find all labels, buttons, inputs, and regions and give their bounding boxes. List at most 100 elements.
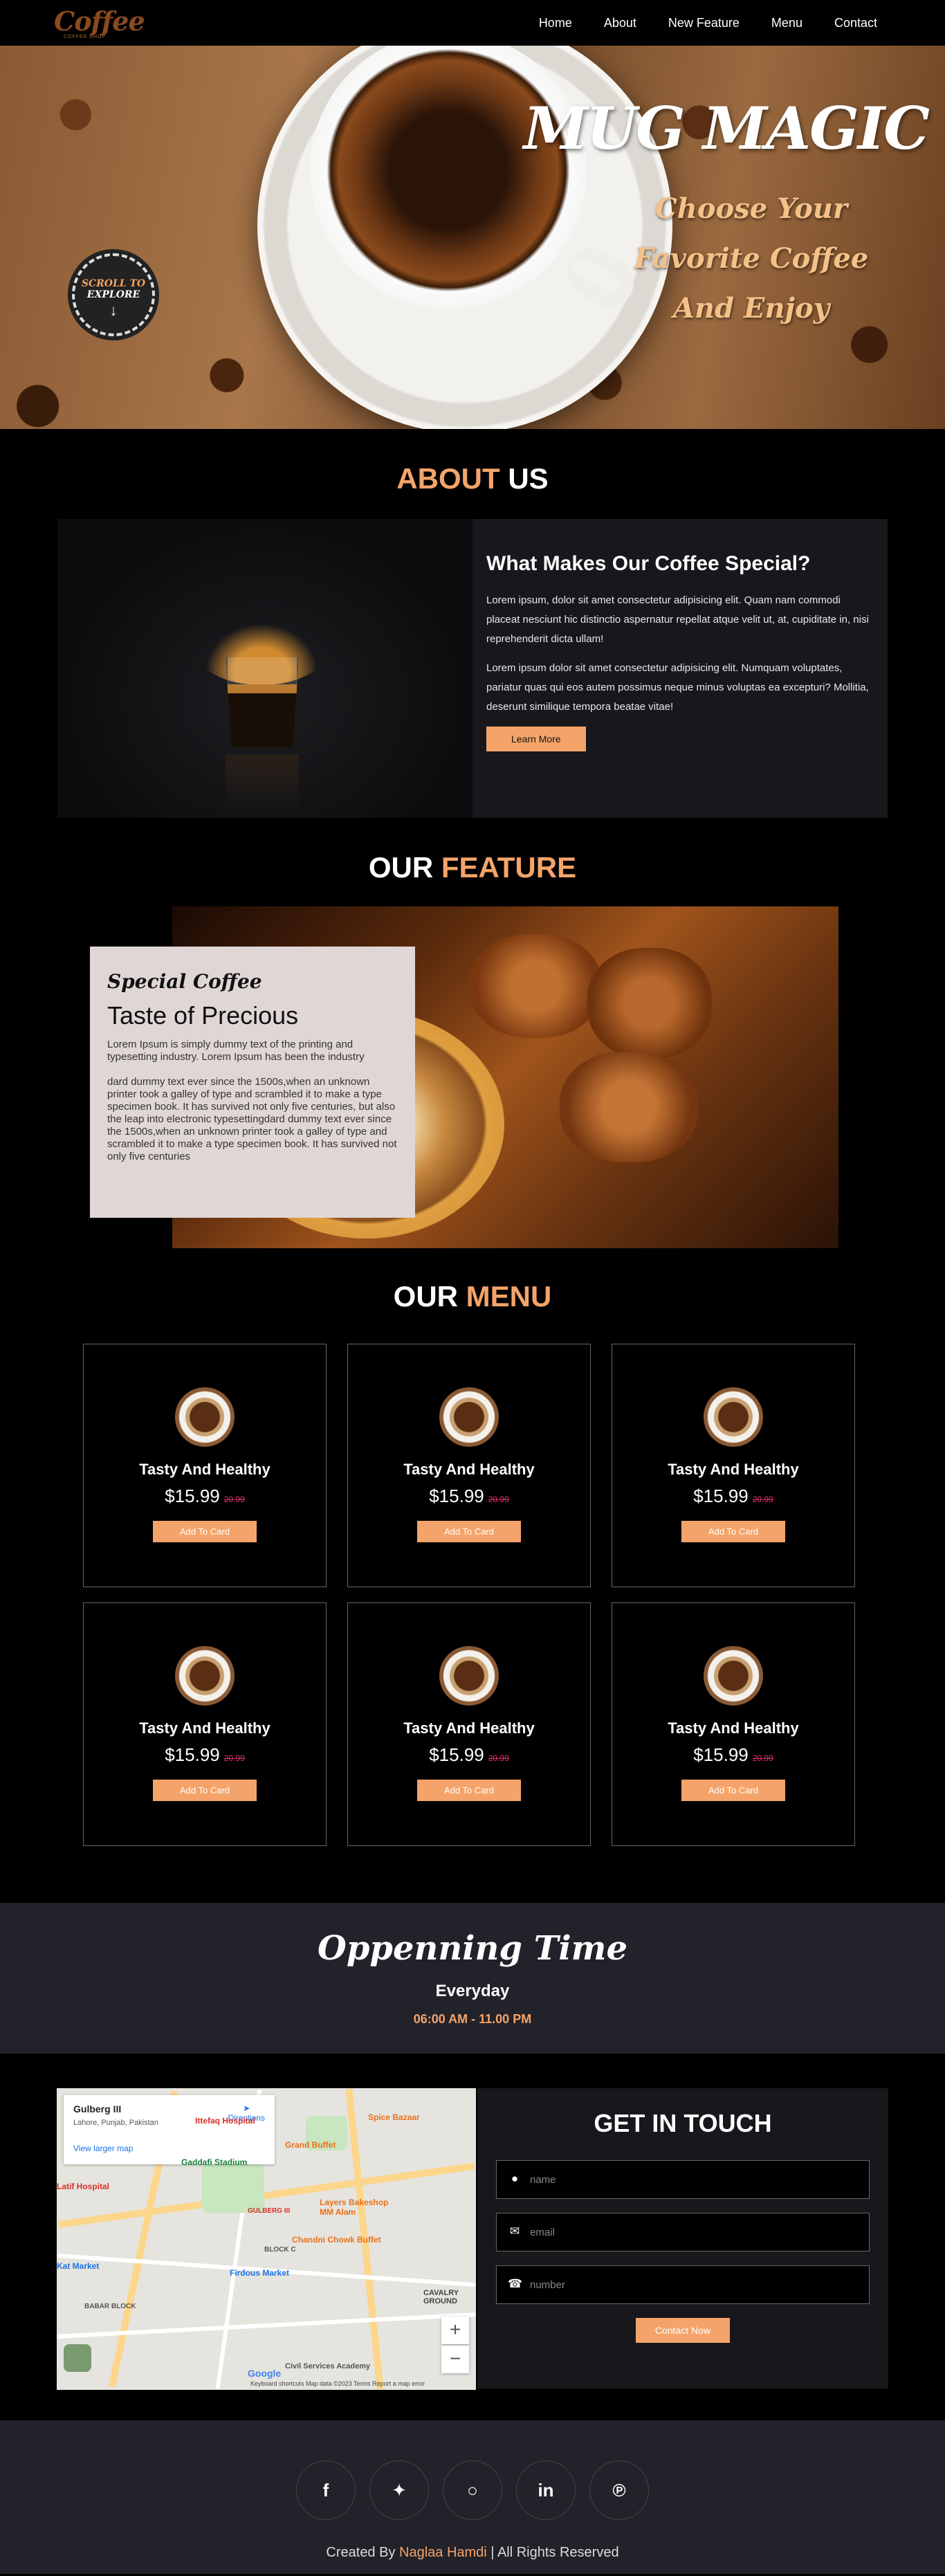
email-field: ✉ xyxy=(496,2213,870,2251)
menu-card: Tasty And Healthy $15.99 20.99 Add To Car… xyxy=(83,1344,327,1587)
price-current: $15.99 xyxy=(429,1486,484,1506)
scroll-label-2: EXPLORE xyxy=(86,289,140,300)
email-input[interactable] xyxy=(497,2213,869,2251)
contact-section: Gulberg III Lahore, Punjab, Pakistan Vie… xyxy=(0,2054,945,2420)
map-footer-links[interactable]: Keyboard shortcuts Map data ©2023 Terms … xyxy=(250,2380,425,2387)
directions-icon: ➤ xyxy=(243,2103,250,2113)
menu-item-name: Tasty And Healthy xyxy=(403,1719,535,1737)
menu-section: OUR MENU Tasty And Healthy $15.99 20.99 A… xyxy=(0,1280,945,1903)
nav-links: Home About New Feature Menu Contact xyxy=(539,0,877,46)
navbar: Coffee COFFEE SHOP Home About New Featur… xyxy=(0,0,945,46)
scroll-to-explore-button[interactable]: SCROLL TO EXPLORE ↓ xyxy=(72,253,155,336)
opening-hours: 06:00 AM - 11.00 PM xyxy=(413,2012,532,2026)
map-label: Layers Bakeshop MM Alam xyxy=(320,2198,389,2217)
feature-kicker: Special Coffee xyxy=(107,970,262,993)
about-paragraph-1: Lorem ipsum, dolor sit amet consectetur … xyxy=(486,594,869,645)
menu-item-price: $15.99 20.99 xyxy=(84,1744,326,1766)
opening-time-title: Oppenning Time xyxy=(318,1929,627,1968)
view-larger-map-link[interactable]: View larger map xyxy=(73,2144,133,2153)
feature-paragraph-2: dard dummy text ever since the 1500s,whe… xyxy=(107,1076,397,1162)
about-glass-image xyxy=(57,519,472,818)
menu-item-name: Tasty And Healthy xyxy=(668,1719,799,1737)
menu-item-name: Tasty And Healthy xyxy=(139,1719,270,1737)
hero-banner: MUG MAGIC Choose Your Favorite Coffee An… xyxy=(0,46,945,429)
about-card: What Makes Our Coffee Special? Lorem ips… xyxy=(472,519,888,818)
menu-card: Tasty And Healthy $15.99 20.99 Add To Car… xyxy=(612,1344,855,1587)
menu-card: Tasty And Healthy $15.99 20.99 Add To Car… xyxy=(347,1602,591,1846)
nav-new-feature[interactable]: New Feature xyxy=(668,16,740,30)
nav-contact[interactable]: Contact xyxy=(834,16,877,30)
logo-text: Coffee xyxy=(54,6,145,37)
price-old: 20.99 xyxy=(488,1753,509,1763)
user-icon: ● xyxy=(511,2172,519,2185)
map-park xyxy=(202,2164,264,2213)
menu-item-price: $15.99 20.99 xyxy=(348,1744,590,1766)
map-label: Firdous Market xyxy=(230,2268,290,2278)
credit-suffix: | All Rights Reserved xyxy=(486,2545,619,2560)
about-heading: What Makes Our Coffee Special? xyxy=(486,552,811,575)
contact-title: GET IN TOUCH xyxy=(594,2109,772,2137)
name-input[interactable] xyxy=(497,2161,869,2198)
menu-item-price: $15.99 20.99 xyxy=(612,1486,854,1507)
number-field: ☎ xyxy=(496,2265,870,2304)
add-to-cart-button[interactable]: Add To Card xyxy=(153,1780,257,1801)
zoom-out-button[interactable]: − xyxy=(441,2346,469,2373)
feature-card: Special Coffee Taste of Precious Lorem I… xyxy=(90,947,415,1218)
facebook-icon[interactable]: f xyxy=(296,2460,356,2520)
add-to-cart-button[interactable]: Add To Card xyxy=(417,1780,521,1801)
about-title-accent: ABOUT xyxy=(396,462,500,495)
price-old: 20.99 xyxy=(488,1495,509,1504)
credit-prefix: Created By xyxy=(326,2545,400,2560)
twitter-icon[interactable]: ✦ xyxy=(369,2460,429,2520)
map-label: Latif Hospital xyxy=(57,2182,110,2191)
pastry-3 xyxy=(560,1052,698,1162)
nav-home[interactable]: Home xyxy=(539,16,572,30)
number-input[interactable] xyxy=(497,2266,869,2303)
logo-tagline: COFFEE SHOP xyxy=(64,35,107,39)
add-to-cart-button[interactable]: Add To Card xyxy=(681,1780,785,1801)
menu-item-name: Tasty And Healthy xyxy=(139,1461,270,1478)
contact-now-button[interactable]: Contact Now xyxy=(635,2318,731,2343)
pastry-2 xyxy=(587,948,712,1059)
coffee-thumbnail xyxy=(175,1387,235,1447)
zoom-in-button[interactable]: + xyxy=(441,2317,469,2344)
logo[interactable]: Coffee COFFEE SHOP xyxy=(54,3,145,43)
google-map[interactable]: Gulberg III Lahore, Punjab, Pakistan Vie… xyxy=(57,2088,476,2390)
feature-section: OUR FEATURE Special Coffee Taste of Prec… xyxy=(0,851,945,1280)
social-links: f ✦ ○ in ℗ xyxy=(0,2460,945,2520)
map-street xyxy=(57,2312,476,2339)
coffee-glass xyxy=(226,657,299,747)
hero-title: MUG MAGIC xyxy=(523,94,930,163)
feature-title: OUR FEATURE xyxy=(0,851,945,884)
price-current: $15.99 xyxy=(693,1486,749,1506)
credit-author[interactable]: Naglaa Hamdi xyxy=(399,2545,487,2560)
about-title-rest: US xyxy=(499,462,549,495)
linkedin-icon[interactable]: in xyxy=(516,2460,576,2520)
name-field: ● xyxy=(496,2160,870,2199)
footer-credit: Created By Naglaa Hamdi | All Rights Res… xyxy=(0,2545,945,2561)
nav-menu[interactable]: Menu xyxy=(771,16,802,30)
coffee-thumbnail xyxy=(704,1387,763,1447)
instagram-icon[interactable]: ○ xyxy=(443,2460,502,2520)
feature-heading: Taste of Precious xyxy=(107,1001,299,1030)
nav-about[interactable]: About xyxy=(604,16,636,30)
price-old: 20.99 xyxy=(752,1495,773,1504)
arrow-down-icon: ↓ xyxy=(109,302,118,319)
add-to-cart-button[interactable]: Add To Card xyxy=(153,1521,257,1542)
learn-more-button[interactable]: Learn More xyxy=(486,727,586,751)
add-to-cart-button[interactable]: Add To Card xyxy=(417,1521,521,1542)
menu-item-name: Tasty And Healthy xyxy=(403,1461,535,1478)
coffee-thumbnail xyxy=(439,1387,499,1447)
price-current: $15.99 xyxy=(165,1744,220,1765)
feature-title-accent: FEATURE xyxy=(441,851,577,884)
add-to-cart-button[interactable]: Add To Card xyxy=(681,1521,785,1542)
google-logo: Google xyxy=(248,2368,282,2379)
map-label: Grand Buffet xyxy=(285,2140,336,2150)
about-section: ABOUT US What Makes Our Coffee Special? … xyxy=(0,429,945,851)
menu-card: Tasty And Healthy $15.99 20.99 Add To Car… xyxy=(347,1344,591,1587)
map-satellite-toggle[interactable] xyxy=(64,2344,91,2372)
envelope-icon: ✉ xyxy=(509,2225,520,2238)
about-paragraph-2: Lorem ipsum dolor sit amet consectetur a… xyxy=(486,662,869,713)
pinterest-icon[interactable]: ℗ xyxy=(589,2460,649,2520)
feature-paragraph-1: Lorem Ipsum is simply dummy text of the … xyxy=(107,1039,365,1063)
